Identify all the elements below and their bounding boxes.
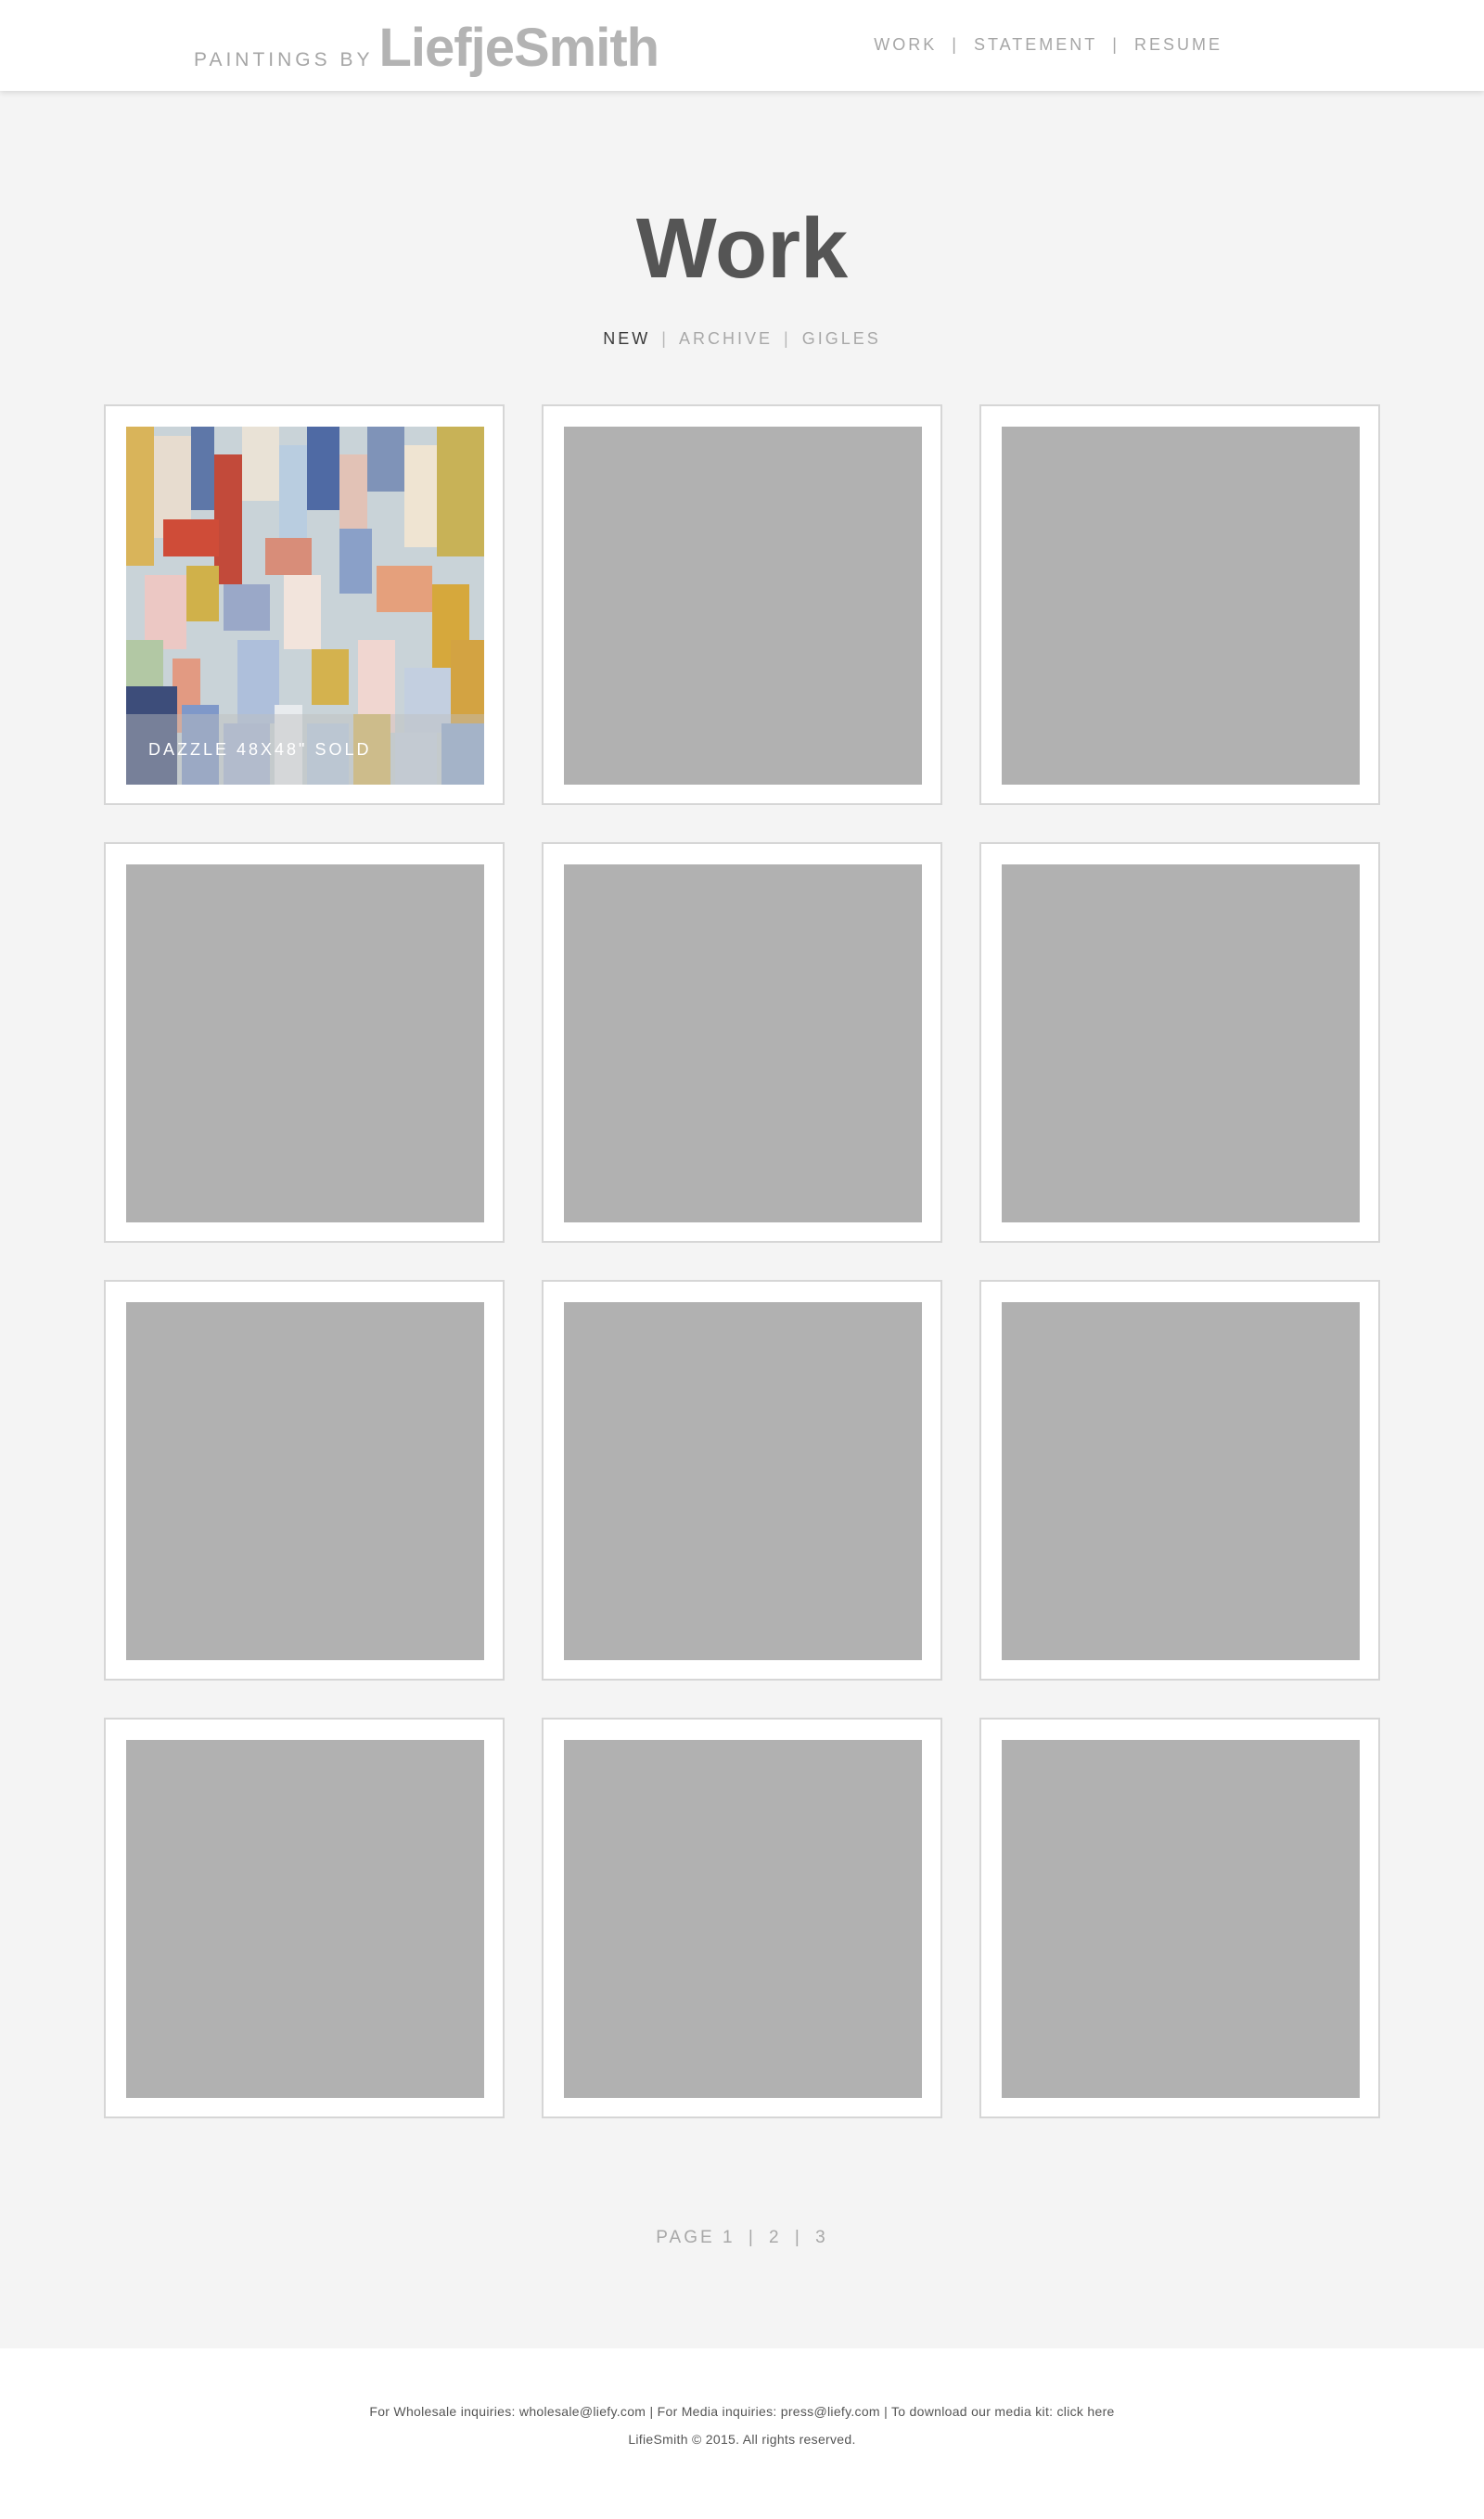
gallery-grid: DAZZLE 48X48" SOLD xyxy=(104,404,1380,2118)
painting-placeholder xyxy=(564,1740,922,2098)
gallery-card[interactable] xyxy=(979,404,1380,805)
main-nav: WORK | STATEMENT | RESUME xyxy=(874,35,1222,55)
gallery-card[interactable] xyxy=(542,1280,942,1681)
site-header: PAINTINGS BY LiefjeSmith WORK | STATEMEN… xyxy=(0,0,1484,91)
painting-placeholder xyxy=(564,427,922,785)
footer-separator: | xyxy=(649,2404,654,2419)
media-kit-link[interactable]: To download our media kit: click here xyxy=(891,2404,1115,2419)
painting-placeholder xyxy=(1002,1740,1360,2098)
painting-placeholder xyxy=(126,864,484,1222)
wholesale-link[interactable]: For Wholesale inquiries: wholesale@liefy… xyxy=(369,2404,646,2419)
painting-placeholder xyxy=(126,1302,484,1660)
site-logo[interactable]: PAINTINGS BY LiefjeSmith xyxy=(194,17,659,79)
gallery-card[interactable] xyxy=(104,1718,505,2118)
gallery-card[interactable] xyxy=(979,1280,1380,1681)
brand-name[interactable]: LiefjeSmith xyxy=(378,17,659,79)
nav-work[interactable]: WORK xyxy=(874,35,937,55)
pagination-separator: | xyxy=(748,2228,756,2247)
footer-contact-line: For Wholesale inquiries: wholesale@liefy… xyxy=(0,2404,1484,2419)
gallery-card[interactable] xyxy=(979,842,1380,1243)
nav-resume[interactable]: RESUME xyxy=(1134,35,1222,55)
painting-placeholder xyxy=(564,1302,922,1660)
gallery-card[interactable] xyxy=(542,842,942,1243)
subnav-archive[interactable]: ARCHIVE xyxy=(679,329,773,348)
painting-placeholder xyxy=(1002,864,1360,1222)
painting-placeholder xyxy=(564,864,922,1222)
page-link-2[interactable]: 2 xyxy=(769,2228,782,2247)
page-title: Work xyxy=(635,201,849,296)
page-link-1[interactable]: 1 xyxy=(723,2228,736,2247)
category-subnav: NEW | ARCHIVE | GIGLES xyxy=(0,329,1484,349)
subnav-separator: | xyxy=(661,329,669,348)
nav-separator: | xyxy=(1112,35,1119,54)
copyright: LifieSmith © 2015. All rights reserved. xyxy=(628,2432,856,2447)
gallery-card[interactable] xyxy=(542,1718,942,2118)
subnav-separator: | xyxy=(784,329,791,348)
gallery-card[interactable] xyxy=(104,842,505,1243)
subnav-new[interactable]: NEW xyxy=(603,329,650,348)
pagination: PAGE 1 | 2 | 3 xyxy=(0,2228,1484,2248)
brand-prefix: PAINTINGS BY xyxy=(194,49,374,70)
painting-caption: DAZZLE 48X48" SOLD xyxy=(126,714,484,785)
nav-statement[interactable]: STATEMENT xyxy=(974,35,1097,55)
pagination-separator: | xyxy=(794,2228,802,2247)
painting-image: DAZZLE 48X48" SOLD xyxy=(126,427,484,785)
subnav-gigles[interactable]: GIGLES xyxy=(802,329,881,348)
site-footer: For Wholesale inquiries: wholesale@liefy… xyxy=(0,2348,1484,2519)
gallery-card[interactable] xyxy=(979,1718,1380,2118)
painting-placeholder xyxy=(1002,427,1360,785)
media-link[interactable]: For Media inquiries: press@liefy.com xyxy=(658,2404,880,2419)
page-link-3[interactable]: 3 xyxy=(815,2228,828,2247)
nav-separator: | xyxy=(952,35,959,54)
gallery-card[interactable]: DAZZLE 48X48" SOLD xyxy=(104,404,505,805)
pagination-label: PAGE xyxy=(656,2228,715,2247)
gallery-card[interactable] xyxy=(104,1280,505,1681)
painting-placeholder xyxy=(1002,1302,1360,1660)
footer-separator: | xyxy=(884,2404,889,2419)
gallery-card[interactable] xyxy=(542,404,942,805)
painting-placeholder xyxy=(126,1740,484,2098)
